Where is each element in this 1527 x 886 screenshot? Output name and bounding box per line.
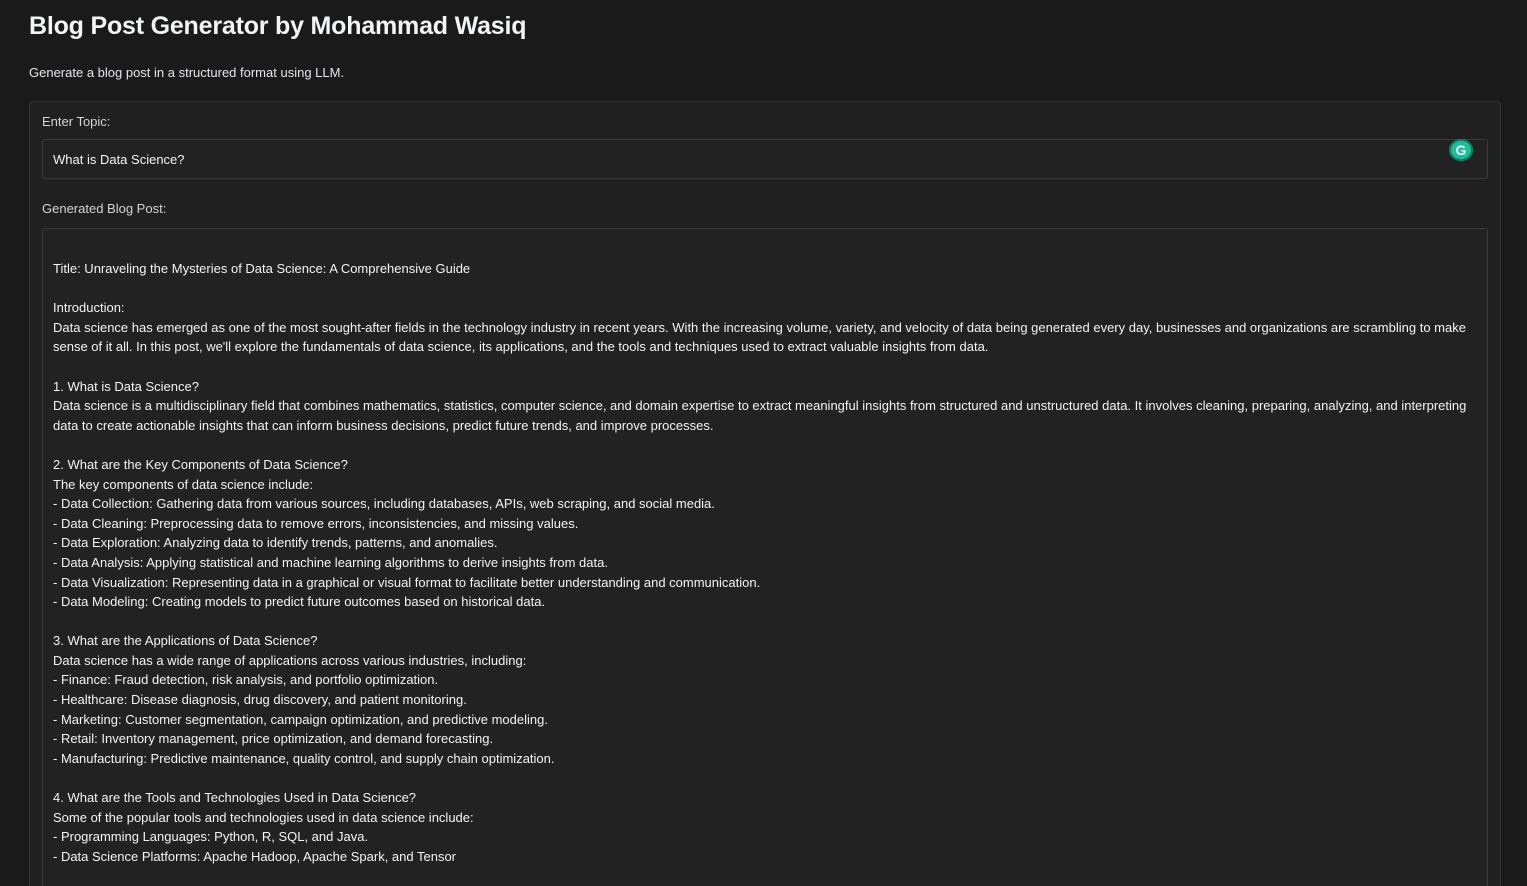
post-line: - Manufacturing: Predictive maintenance,… xyxy=(53,750,555,766)
app-page: Blog Post Generator by Mohammad Wasiq Ge… xyxy=(0,0,1527,886)
post-line xyxy=(53,279,1477,299)
generated-post-label: Generated Blog Post: xyxy=(42,201,167,216)
page-title: Blog Post Generator by Mohammad Wasiq xyxy=(29,12,527,40)
post-line: - Retail: Inventory management, price op… xyxy=(53,731,494,747)
post-line: - Data Collection: Gathering data from v… xyxy=(53,496,715,512)
post-line: - Data Exploration: Analyzing data to id… xyxy=(53,535,498,551)
post-line: Introduction: xyxy=(53,300,125,316)
post-line xyxy=(53,435,1477,455)
topic-field[interactable]: G xyxy=(42,139,1488,179)
post-line: - Healthcare: Disease diagnosis, drug di… xyxy=(53,692,467,708)
form-panel: Enter Topic: G Generated Blog Post: Titl… xyxy=(29,101,1501,886)
post-line: 3. What are the Applications of Data Sci… xyxy=(53,633,318,649)
post-line: Title: Unraveling the Mysteries of Data … xyxy=(53,261,471,276)
post-line: Data science has emerged as one of the m… xyxy=(53,319,1470,355)
post-line: - Data Analysis: Applying statistical an… xyxy=(53,554,608,570)
topic-label: Enter Topic: xyxy=(42,114,111,129)
post-line xyxy=(53,768,1477,788)
post-line: - Programming Languages: Python, R, SQL,… xyxy=(53,829,369,845)
grammarly-icon[interactable]: G xyxy=(1449,139,1473,161)
generated-post-output[interactable]: Title: Unraveling the Mysteries of Data … xyxy=(42,228,1488,886)
post-line: - Data Cleaning: Preprocessing data to r… xyxy=(53,515,579,531)
post-line: Data science is a multidisciplinary fiel… xyxy=(53,398,1470,433)
post-line: Some of the popular tools and technologi… xyxy=(53,809,474,825)
topic-input[interactable] xyxy=(53,151,1477,167)
post-line: 2. What are the Key Components of Data S… xyxy=(53,456,348,472)
post-line: The key components of data science inclu… xyxy=(53,476,314,492)
post-line: - Marketing: Customer segmentation, camp… xyxy=(53,711,548,727)
post-line: - Data Science Platforms: Apache Hadoop,… xyxy=(53,848,456,864)
post-line: - Finance: Fraud detection, risk analysi… xyxy=(53,672,439,688)
post-line: - Data Modeling: Creating models to pred… xyxy=(53,594,546,610)
post-line xyxy=(53,612,1477,632)
post-line xyxy=(53,357,1477,377)
post-line: 1. What is Data Science? xyxy=(53,378,199,394)
post-line: 4. What are the Tools and Technologies U… xyxy=(53,790,417,806)
post-line: Data science has a wide range of applica… xyxy=(53,652,527,668)
page-description: Generate a blog post in a structured for… xyxy=(29,65,345,80)
post-line: - Data Visualization: Representing data … xyxy=(53,574,761,590)
